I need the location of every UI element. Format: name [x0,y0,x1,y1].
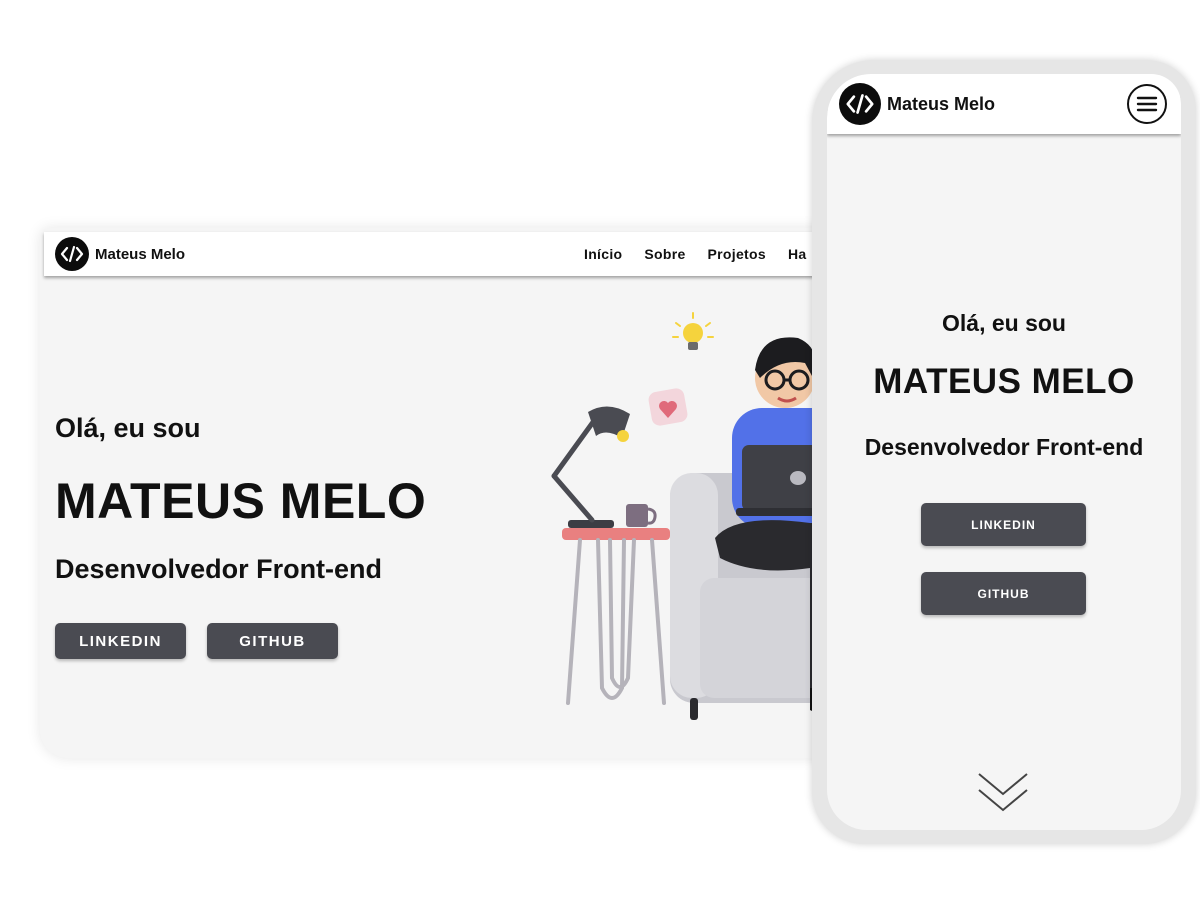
heart-bubble-icon [648,388,688,426]
code-logo-icon[interactable] [839,83,881,125]
mobile-mockup: Mateus Melo Olá, eu sou MATEUS MELO Dese… [812,60,1196,844]
developer-illustration [551,312,830,720]
hero-greeting: Olá, eu sou [55,413,201,443]
mug-icon [626,504,657,527]
mobile-linkedin-button[interactable]: LINKEDIN [921,503,1086,546]
desk-lamp-icon [551,406,630,528]
mobile-hero-name: MATEUS MELO [873,362,1135,401]
side-table [562,528,670,705]
mobile-navbar: Mateus Melo [827,74,1181,134]
desktop-mockup: Mateus Melo Início Sobre Projetos Ha Olá… [40,228,830,758]
github-button[interactable]: GITHUB [207,623,338,659]
brand-name[interactable]: Mateus Melo [95,246,185,263]
double-chevron-down-icon[interactable] [977,770,1029,816]
desktop-nav-links: Início Sobre Projetos Ha [584,232,806,276]
brand-name[interactable]: Mateus Melo [887,94,995,115]
linkedin-button[interactable]: LINKEDIN [55,623,186,659]
lightbulb-icon [672,312,714,350]
mobile-hero-greeting: Olá, eu sou [942,310,1066,336]
nav-link-inicio[interactable]: Início [584,246,622,262]
mobile-hero-role: Desenvolvedor Front-end [864,434,1144,460]
nav-link-sobre[interactable]: Sobre [644,246,685,262]
mobile-screen: Mateus Melo Olá, eu sou MATEUS MELO Dese… [827,74,1181,830]
code-logo-icon[interactable] [55,237,89,271]
nav-link-habilidades[interactable]: Ha [788,246,807,262]
desktop-navbar: Mateus Melo Início Sobre Projetos Ha [44,232,830,276]
hamburger-menu-icon[interactable] [1127,84,1167,124]
hero-name: MATEUS MELO [55,473,427,529]
nav-link-projetos[interactable]: Projetos [708,246,766,262]
hero-role: Desenvolvedor Front-end [55,554,383,584]
mobile-github-button[interactable]: GITHUB [921,572,1086,615]
